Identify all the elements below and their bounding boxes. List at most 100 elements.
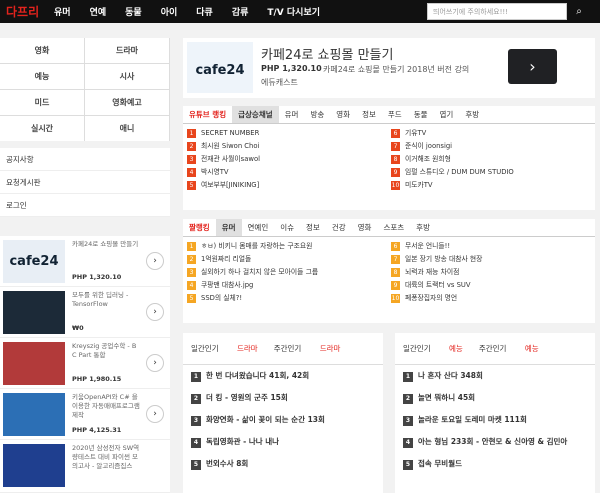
list-item[interactable]: 1한 번 다녀왔습니다 41회, 42회 [183, 365, 383, 387]
menu-anime[interactable]: 애니 [85, 116, 169, 141]
list-item[interactable]: 10 미도카TV [391, 179, 595, 192]
tab-humor[interactable]: 유머 [279, 106, 305, 123]
tab-health[interactable]: 건강 [326, 219, 352, 236]
list-item[interactable]: 2 최시원 Siwon Choi [187, 140, 391, 153]
ad-title: 모두를 위한 딥러닝 - TensorFlow [72, 291, 129, 308]
request-board-link[interactable]: 요청게시판 [0, 171, 170, 194]
sidebar-ad[interactable]: 키움OpenAPI와 C# 을 이용한 자동매매프로그램 제작 PHP 4,12… [0, 389, 170, 440]
list-item[interactable]: 9 대륙의 트랙터 vs SUV [391, 279, 595, 292]
tab-weekly-variety[interactable]: 주간인기 예능 [479, 343, 539, 354]
sidebar-ad[interactable]: 2020년 삼성전자 SW역량테스트 대비 파이썬 모의고사 - 알고리즘집스 [0, 440, 170, 493]
list-item[interactable]: 3 놀라운 토요일 도레미 마켓 111회 [395, 409, 595, 431]
tab-zzal-ranking[interactable]: 짤랭킹 [183, 219, 216, 236]
list-item[interactable]: 7 준식이 joonsigi [391, 140, 595, 153]
chevron-right-icon[interactable]: › [146, 303, 164, 321]
tab-humor[interactable]: 유머 [215, 219, 242, 236]
search-input[interactable]: 띄어쓰기에 주의하세요!!! [427, 3, 567, 20]
chevron-right-icon[interactable]: › [146, 354, 164, 372]
list-item[interactable]: 2더 킹 - 영원의 군주 15회 [183, 387, 383, 409]
ad-thumbnail [3, 291, 65, 334]
tab-food[interactable]: 푸드 [382, 106, 408, 123]
tab-rising[interactable]: 급상승채널 [232, 106, 279, 123]
list-item[interactable]: 4 독립영화관 - 나나 내나 [183, 431, 383, 453]
nav-item[interactable]: 아이 [161, 5, 178, 18]
sidebar-ad[interactable]: 모두를 위한 딥러닝 - TensorFlow ₩0 › [0, 287, 170, 338]
list-item[interactable]: 4 박시영TV [187, 166, 391, 179]
top-bar: 다프리 유머 연예 동물 아이 다큐 감류 T/V 다시보기 띄어쓰기에 주의하… [0, 0, 600, 23]
nav-item[interactable]: T/V 다시보기 [267, 5, 320, 18]
nav-item[interactable]: 감류 [232, 5, 249, 18]
list-item[interactable]: 6 무서운 언니들!! [391, 240, 595, 253]
ad-thumbnail [3, 342, 65, 385]
banner-advertiser: 에듀캐스트 [261, 78, 298, 87]
list-item[interactable]: 2 놀면 뭐하니 45회 [395, 387, 595, 409]
list-item[interactable]: 5 접속 무비월드 [395, 453, 595, 475]
tab-weekly-drama[interactable]: 주간인기 드라마 [274, 343, 341, 354]
tab-info[interactable]: 정보 [356, 106, 382, 123]
tab-info[interactable]: 정보 [300, 219, 326, 236]
list-item[interactable]: 1 ㅎㅂ) 비키니 몸매를 자랑하는 구조요원 [187, 240, 391, 253]
sidebar-ad[interactable]: cafe24 카페24로 쇼핑몰 만들기 PHP 1,320.10 › [0, 236, 170, 287]
list-item[interactable]: 4 아는 형님 233회 - 안현모 & 신아영 & 김민아 [395, 431, 595, 453]
list-item[interactable]: 3 실외하기 하나 걸치지 않은 모아이들 그룹 [187, 266, 391, 279]
nav-item[interactable]: 유머 [54, 5, 71, 18]
list-item[interactable]: 10 페퐁장집자의 명언 [391, 292, 595, 305]
nav-item[interactable]: 동물 [125, 5, 142, 18]
list-item[interactable]: 4 쿠팡맨 대참사.jpg [187, 279, 391, 292]
hot-tabs: 짤랭킹 유머 연예인 이슈 정보 건강 영화 스포츠 후방 [183, 219, 595, 237]
tab-back[interactable]: 후방 [459, 106, 485, 123]
tab-daily-variety[interactable]: 일간인기 예능 [403, 343, 463, 354]
list-item[interactable]: 5 SSD의 실체?! [187, 292, 391, 305]
site-logo[interactable]: 다프리 [6, 3, 54, 20]
tab-movie[interactable]: 영화 [352, 219, 378, 236]
list-item[interactable]: 6 기유TV [391, 127, 595, 140]
tab-movie[interactable]: 영화 [330, 106, 356, 123]
menu-movie[interactable]: 영화 [0, 38, 84, 63]
tab-sports[interactable]: 스포츠 [377, 219, 410, 236]
search-icon[interactable]: ⌕ [570, 3, 588, 20]
menu-current[interactable]: 시사 [85, 64, 169, 89]
list-item[interactable]: 5 여보부부[JINIKING] [187, 179, 391, 192]
ad-price: PHP 4,125.31 [72, 426, 122, 434]
sidebar: 영화 드라마 예능 시사 미드 영화예고 실시간 애니 공지사항 요청게시판 로… [0, 38, 170, 217]
ad-banner[interactable]: cafe24 카페24로 쇼핑몰 만들기 PHP 1,320.10 카페24로 … [183, 38, 595, 98]
tab-daily-drama[interactable]: 일간인기 드라마 [191, 343, 258, 354]
youtube-tabs: 유튜브 랭킹 급상승채널 유머 방송 영화 정보 푸드 동물 엽기 후방 [183, 106, 595, 124]
list-item[interactable]: 2 1억원짜리 리얼돌 [187, 253, 391, 266]
variety-ranking-panel: 일간인기 예능 주간인기 예능 1나 혼자 산다 348회 2 놀면 뭐하니 45… [395, 333, 595, 493]
tab-celeb[interactable]: 연예인 [242, 219, 275, 236]
tab-issue[interactable]: 이슈 [274, 219, 300, 236]
sidebar-ad[interactable]: Kreyszig 공업수학 - B C Part 통합 PHP 1,980.15… [0, 338, 170, 389]
menu-drama[interactable]: 드라마 [85, 38, 169, 63]
list-item[interactable]: 7 일본 장기 방송 대참사 현장 [391, 253, 595, 266]
menu-live[interactable]: 실시간 [0, 116, 84, 141]
tab-back[interactable]: 후방 [410, 219, 436, 236]
tab-broadcast[interactable]: 방송 [304, 106, 330, 123]
nav-item[interactable]: 연예 [90, 5, 107, 18]
hot-list: 1 ㅎㅂ) 비키니 몸매를 자랑하는 구조요원 6 무서운 언니들!! 2 1억원짜리… [183, 237, 595, 308]
ad-title: 카페24로 쇼핑몰 만들기 [72, 240, 139, 248]
tab-youtube-ranking[interactable]: 유튜브 랭킹 [183, 106, 232, 123]
list-item[interactable]: 8 뇌력과 재능 차이점 [391, 266, 595, 279]
list-item[interactable]: 5 번외수사 8회 [183, 453, 383, 475]
chevron-right-icon[interactable]: › [508, 49, 557, 84]
list-item[interactable]: 9 임펄 스튜디오 / DUM DUM STUDIO [391, 166, 595, 179]
list-item[interactable]: 8 이거해조 원희형 [391, 153, 595, 166]
ad-title: Kreyszig 공업수학 - B C Part 통합 [72, 342, 137, 359]
tab-animal[interactable]: 동물 [408, 106, 434, 123]
tab-bizarre[interactable]: 엽기 [434, 106, 460, 123]
notice-link[interactable]: 공지사항 [0, 148, 170, 171]
list-item[interactable]: 3 화양연화 - 삶이 꽃이 되는 순간 13회 [183, 409, 383, 431]
menu-trailer[interactable]: 영화예고 [85, 90, 169, 115]
nav-item[interactable]: 다큐 [196, 5, 213, 18]
chevron-right-icon[interactable]: › [146, 405, 164, 423]
list-item[interactable]: 1 SECRET NUMBER [187, 127, 391, 140]
list-item[interactable]: 1나 혼자 산다 348회 [395, 365, 595, 387]
menu-us-drama[interactable]: 미드 [0, 90, 84, 115]
menu-variety[interactable]: 예능 [0, 64, 84, 89]
list-item[interactable]: 3 전재관 사월이sawol [187, 153, 391, 166]
drama-tabs: 일간인기 드라마 주간인기 드라마 [183, 333, 383, 365]
login-link[interactable]: 로그인 [0, 194, 170, 217]
chevron-right-icon[interactable]: › [146, 252, 164, 270]
ad-title: 2020년 삼성전자 SW역량테스트 대비 파이썬 모의고사 - 알고리즘집스 [72, 444, 140, 470]
